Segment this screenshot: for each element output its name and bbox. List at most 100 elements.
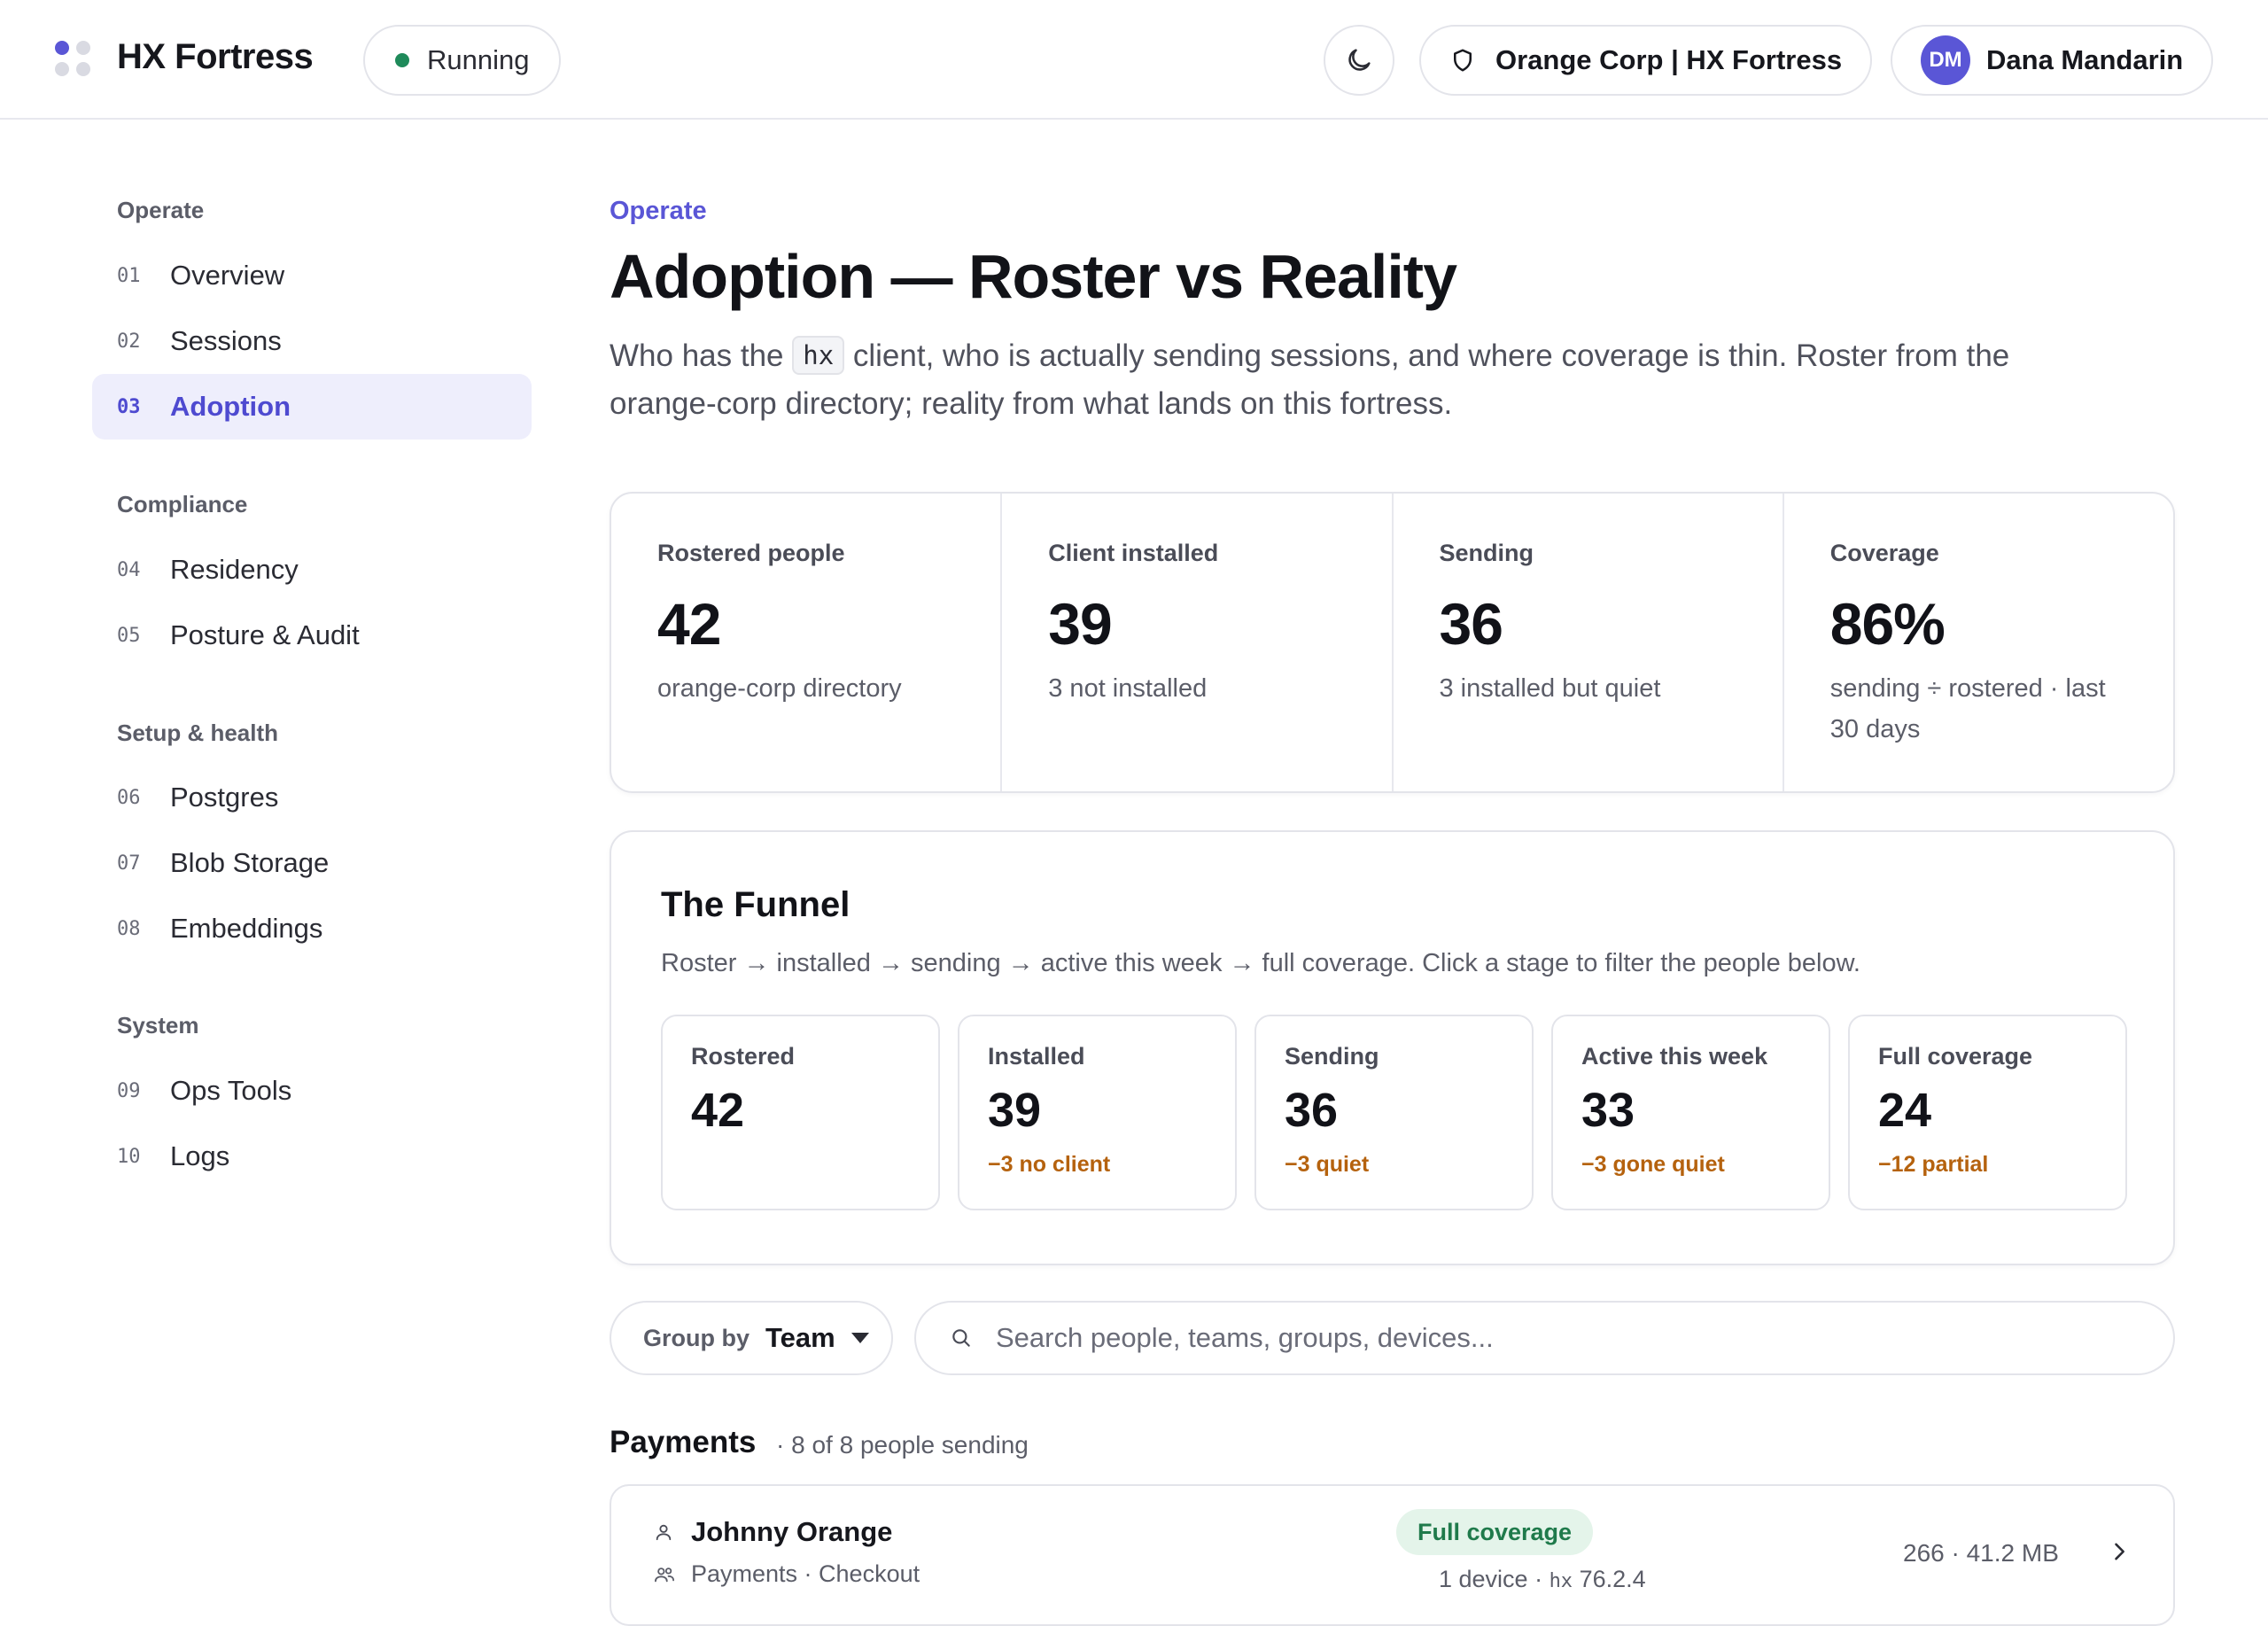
user-name: Dana Mandarin — [1986, 44, 2184, 75]
sidebar-item-label: Adoption — [170, 391, 291, 422]
status-label: Running — [427, 44, 530, 75]
sidebar-section-operate: Operate — [117, 197, 205, 223]
stat-label: Sending — [1439, 540, 1534, 566]
sidebar-item-number: 07 — [117, 852, 141, 875]
summary-stats-card: Rostered people 42 orange-corp directory… — [610, 492, 2175, 793]
theme-toggle-button[interactable] — [1324, 25, 1394, 96]
group-by-select[interactable]: Group by Team — [610, 1301, 893, 1375]
sidebar-item-number: 04 — [117, 558, 141, 581]
stat-label: Rostered people — [657, 540, 845, 566]
stat-label: Client installed — [1048, 540, 1219, 566]
funnel-subtitle: Roster → installed → sending → active th… — [661, 949, 1860, 977]
funnel-card: The Funnel Roster → installed → sending … — [610, 830, 2175, 1265]
sidebar-item-label: Postgres — [170, 782, 279, 813]
funnel-stage-installed[interactable]: Installed 39 −3 no client — [958, 1015, 1237, 1210]
sidebar-item-ops-tools[interactable]: 09 Ops Tools — [92, 1058, 532, 1124]
stage-label: Full coverage — [1878, 1043, 2033, 1070]
stage-delta: −3 no client — [988, 1152, 1111, 1177]
search-field[interactable] — [914, 1301, 2175, 1375]
sidebar-item-number: 10 — [117, 1145, 141, 1168]
sidebar-item-number: 06 — [117, 786, 141, 809]
sidebar-item-label: Residency — [170, 554, 299, 585]
device-info: 1 device · hx 76.2.4 — [1439, 1566, 1646, 1593]
sidebar-item-logs[interactable]: 10 Logs — [92, 1124, 532, 1189]
code-chip: hx — [792, 336, 845, 375]
sidebar-section-setup-health: Setup & health — [117, 720, 279, 746]
funnel-stage-active-this-week[interactable]: Active this week 33 −3 gone quiet — [1551, 1015, 1830, 1210]
status-pill[interactable]: Running — [363, 25, 562, 96]
avatar: DM — [1921, 35, 1970, 85]
page-title: Adoption — Roster vs Reality — [610, 242, 1457, 311]
caret-down-icon — [850, 1333, 869, 1343]
sidebar-item-adoption[interactable]: 03 Adoption — [92, 374, 532, 440]
sidebar-item-label: Logs — [170, 1140, 230, 1171]
stat-value: 36 — [1439, 591, 1503, 657]
stage-label: Rostered — [691, 1043, 796, 1070]
sidebar-item-blob-storage[interactable]: 07 Blob Storage — [92, 830, 532, 896]
logo-icon — [55, 41, 94, 80]
sidebar-item-posture-audit[interactable]: 05 Posture & Audit — [92, 603, 532, 668]
status-dot — [395, 53, 409, 67]
sidebar-item-label: Sessions — [170, 325, 282, 356]
stat-value: 86% — [1829, 591, 1946, 657]
sidebar-item-embeddings[interactable]: 08 Embeddings — [92, 896, 532, 961]
person-name-line: Johnny Orange — [654, 1516, 892, 1548]
sidebar-item-label: Ops Tools — [170, 1075, 292, 1106]
stage-label: Sending — [1285, 1043, 1379, 1070]
person-row[interactable]: Johnny Orange Payments · Checkout Full c… — [610, 1484, 2175, 1626]
sidebar-item-overview[interactable]: 01 Overview — [92, 243, 532, 308]
stat-rostered-people: Rostered people 42 orange-corp directory — [611, 494, 1003, 791]
stage-value: 42 — [691, 1084, 745, 1137]
sidebar-item-number: 05 — [117, 624, 141, 647]
stat-subtext: sending ÷ rostered · last 30 days — [1829, 674, 2106, 743]
search-input[interactable] — [996, 1322, 2103, 1354]
stat-coverage: Coverage 86% sending ÷ rostered · last 3… — [1784, 494, 2173, 791]
app-name: HX Fortress — [117, 37, 314, 76]
page-description: Who has the hx client, who is actually s… — [610, 332, 2116, 428]
sidebar-item-label: Embeddings — [170, 913, 323, 944]
stat-value: 42 — [657, 591, 721, 657]
stage-label: Active this week — [1581, 1043, 1768, 1070]
sidebar-item-number: 03 — [117, 395, 141, 418]
sidebar-item-number: 01 — [117, 264, 141, 287]
org-switcher[interactable]: Orange Corp | HX Fortress — [1419, 25, 1873, 96]
sidebar-item-label: Posture & Audit — [170, 619, 360, 650]
sidebar-item-label: Blob Storage — [170, 847, 330, 878]
funnel-stage-sending[interactable]: Sending 36 −3 quiet — [1254, 1015, 1534, 1210]
person-team: Payments · Checkout — [691, 1560, 920, 1587]
user-menu[interactable]: DM Dana Mandarin — [1891, 25, 2214, 96]
stage-label: Installed — [988, 1043, 1085, 1070]
stat-sending: Sending 36 3 installed but quiet — [1394, 494, 1784, 791]
sidebar-item-label: Overview — [170, 260, 285, 291]
device-count: 1 device · — [1439, 1566, 1550, 1592]
funnel-title: The Funnel — [661, 885, 850, 924]
stat-subtext: orange-corp directory — [657, 674, 902, 703]
moon-icon — [1344, 45, 1374, 75]
sidebar-item-number: 09 — [117, 1079, 141, 1102]
sidebar-item-residency[interactable]: 04 Residency — [92, 537, 532, 603]
sidebar-item-sessions[interactable]: 02 Sessions — [92, 308, 532, 374]
stat-value: 39 — [1048, 591, 1112, 657]
org-name: Orange Corp | HX Fortress — [1495, 44, 1843, 75]
stage-delta: −3 quiet — [1285, 1152, 1370, 1177]
sidebar-item-number: 08 — [117, 917, 141, 940]
stat-subtext: 3 installed but quiet — [1439, 674, 1661, 703]
person-name: Johnny Orange — [691, 1516, 893, 1547]
client-label: hx — [1549, 1570, 1573, 1592]
sidebar-item-number: 02 — [117, 330, 141, 353]
stage-delta: −3 gone quiet — [1581, 1152, 1725, 1177]
funnel-stage-full-coverage[interactable]: Full coverage 24 −12 partial — [1848, 1015, 2127, 1210]
chevron-right-icon[interactable] — [2107, 1539, 2132, 1564]
stage-value: 39 — [988, 1084, 1042, 1137]
funnel-stage-rostered[interactable]: Rostered 42 — [661, 1015, 940, 1210]
sidebar-item-postgres[interactable]: 06 Postgres — [92, 765, 532, 830]
stat-subtext: 3 not installed — [1048, 674, 1208, 703]
group-by-label: Group by — [643, 1324, 750, 1351]
group-by-value: Team — [765, 1322, 835, 1353]
stat-client-installed: Client installed 39 3 not installed — [1002, 494, 1394, 791]
funnel-stages: Rostered 42 Installed 39 −3 no client Se… — [661, 1015, 2127, 1210]
stage-value: 33 — [1581, 1084, 1635, 1137]
top-bar: HX Fortress Running Orange Corp | HX For… — [0, 0, 2268, 120]
search-icon — [950, 1326, 973, 1350]
person-team-line: Payments · Checkout — [654, 1560, 920, 1588]
